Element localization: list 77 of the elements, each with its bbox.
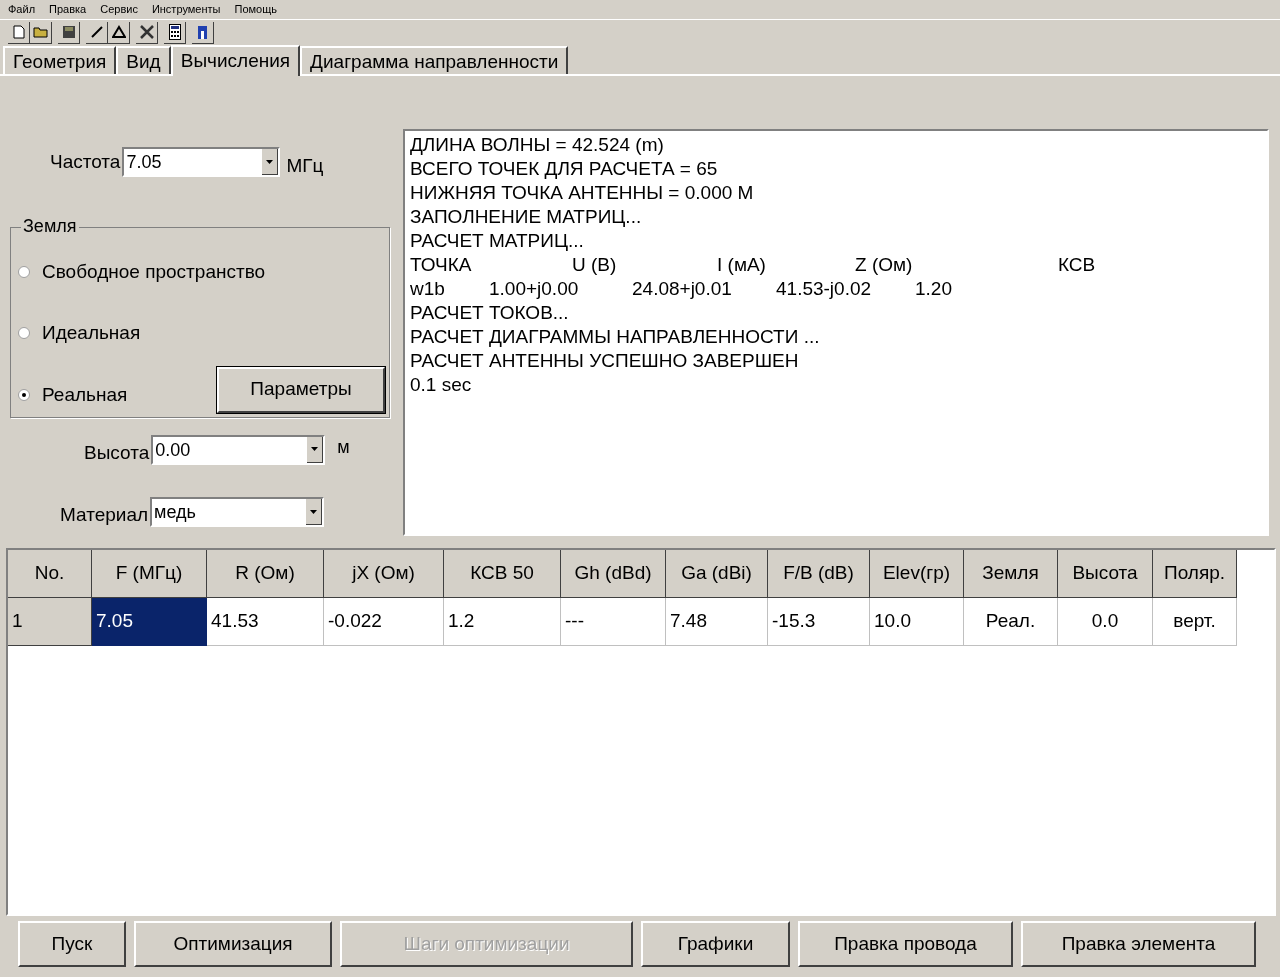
menu-item[interactable]: Сервис [100,1,138,18]
tab[interactable]: Вычисления [170,45,301,76]
log-cell: w1b [410,277,445,301]
table-cell: --- [561,598,666,646]
radio-label: Реальная [42,382,128,407]
log-line: РАСЧЕТ АНТЕННЫ УСПЕШНО ЗАВЕРШЕН [410,349,799,373]
radio-button[interactable] [18,265,30,278]
log-line: РАСЧЕТ ДИАГРАММЫ НАПРАВЛЕННОСТИ ... [410,325,820,349]
frequency-label: Частота [50,150,121,174]
table-cell: 1.2 [444,598,561,646]
column-header: jX (Ом) [324,550,444,598]
menu-item[interactable]: Правка [49,1,87,18]
log-cell: ТОЧКА [410,253,472,277]
open-folder-icon[interactable] [30,21,52,44]
column-header: Земля [964,550,1058,598]
radio-label: Свободное пространство [42,259,266,284]
action-button[interactable]: Правка элемента [1021,921,1256,967]
log-line: ВСЕГО ТОЧЕК ДЛЯ РАСЧЕТА = 65 [410,157,718,181]
log-cell: I (мА) [717,253,766,277]
menu-item[interactable]: Файл [8,1,36,18]
table-cell: верт. [1153,598,1237,646]
column-header: Elev(гр) [870,550,964,598]
height-combo[interactable]: 0.00 [151,434,326,465]
log-cell: 24.08+j0.01 [632,277,732,301]
new-file-icon[interactable] [8,21,30,44]
column-header: Gh (dBd) [561,550,666,598]
table-cell: 0.0 [1058,598,1153,646]
log-cell: 41.53-j0.02 [776,277,872,301]
table-cell: -15.3 [768,598,870,646]
log-cell: 1.20 [915,277,952,301]
height-unit: м [337,436,350,460]
log-line: ДЛИНА ВОЛНЫ = 42.524 (m) [410,133,664,157]
group-title: Земля [21,216,79,235]
save-icon[interactable] [58,21,80,44]
log-line: НИЖНЯЯ ТОЧКА АНТЕННЫ = 0.000 М [410,181,754,205]
column-header: R (Ом) [207,550,324,598]
table-cell: -0.022 [324,598,444,646]
menu-item[interactable]: Помощь [234,1,277,18]
table-cell: 10.0 [870,598,964,646]
material-label: Материал [60,503,149,527]
log-line: РАСЧЕТ ТОКОВ... [410,301,569,325]
row-header: 1 [8,598,92,646]
frequency-combo[interactable]: 7.05 [122,147,281,178]
column-header: Ga (dBi) [666,550,768,598]
exit-door-icon[interactable] [192,21,214,44]
radio-button[interactable] [18,327,30,340]
tab[interactable]: Геометрия [3,46,117,74]
column-header: Высота [1058,550,1153,598]
table-cell: 7.48 [666,598,768,646]
radio-label: Идеальная [42,321,141,345]
menu-item[interactable]: Инструменты [151,1,221,18]
action-button[interactable]: Пуск [18,921,126,967]
frequency-unit: МГц [286,154,324,178]
column-header: КСВ 50 [444,550,561,598]
height-label: Высота [84,440,150,465]
table-cell: Реал. [964,598,1058,646]
column-header: No. [8,550,92,598]
column-header: F/B (dB) [768,550,870,598]
log-line: 0.1 sec [410,373,472,397]
column-header: F (МГц) [92,550,207,598]
column-header: Поляр. [1153,550,1237,598]
table-cell: 7.05 [92,598,207,646]
table-cell: 41.53 [207,598,324,646]
log-cell: КСВ [1058,253,1096,277]
action-button[interactable]: Графики [641,921,790,967]
log-cell: Z (Ом) [855,253,913,277]
log-cell: U (В) [572,253,617,277]
radio-button[interactable] [18,388,30,401]
log-line: ЗАПОЛНЕНИЕ МАТРИЦ... [410,205,642,229]
log-line: РАСЧЕТ МАТРИЦ... [410,229,584,253]
tab[interactable]: Диаграмма направленности [300,46,569,74]
calculator-icon[interactable] [164,21,186,44]
action-button[interactable]: Правка провода [798,921,1013,967]
material-combo[interactable]: медь [150,497,325,528]
action-button[interactable]: Оптимизация [134,921,332,967]
parameters-button[interactable]: Параметры [217,366,385,413]
log-cell: 1.00+j0.00 [489,277,579,301]
